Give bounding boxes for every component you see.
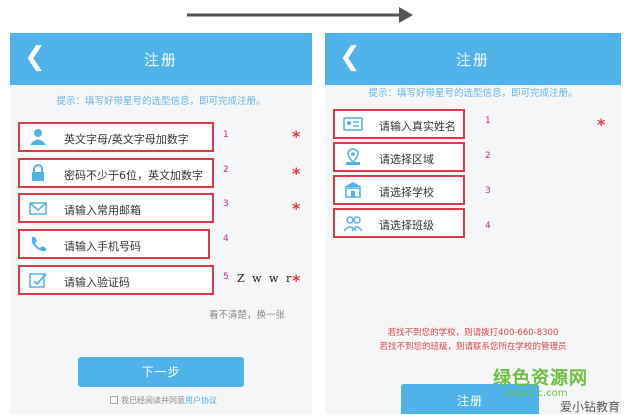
title-bar: ❮ 注册 xyxy=(325,33,621,85)
field-number: 5 xyxy=(223,272,229,282)
required-star: * xyxy=(292,164,301,183)
page-title: 注册 xyxy=(455,51,490,69)
field-number: 2 xyxy=(485,151,491,161)
watermark-url: downcc.com xyxy=(505,388,568,399)
field-number: 4 xyxy=(485,221,491,231)
hint-text: 提示：填写好带星号的选型信息，即可完成注册。 xyxy=(56,96,266,107)
watermark-brand: 绿色资源网 xyxy=(493,368,588,389)
title-bar: ❮ 注册 xyxy=(10,33,312,85)
agree-checkbox[interactable] xyxy=(110,396,118,404)
school-select[interactable]: 请选择学校 xyxy=(333,175,465,205)
mail-icon xyxy=(29,202,47,215)
wechat-watermark: 爱小钻教育 xyxy=(560,400,621,414)
phone-icon xyxy=(32,237,46,252)
register-step1-screen: ❮ 注册 提示：填写好带星号的选型信息，即可完成注册。 英文字母/英文字母加数字… xyxy=(10,33,312,414)
field-number: 1 xyxy=(485,116,491,126)
password-field[interactable]: 密码不少于6位，英文加数字 xyxy=(18,158,214,188)
user-agreement-link[interactable]: 用户协议 xyxy=(185,396,217,405)
field-number: 2 xyxy=(223,165,229,175)
required-star: * xyxy=(292,271,301,290)
class-notice: 若找不到您的班级，则请联系您所在学校的管理员 xyxy=(379,342,567,352)
username-field[interactable]: 英文字母/英文字母加数字 xyxy=(18,122,214,152)
register-step2-screen: ❮ 注册 提示：填写好带星号的选型信息，即可完成注册。 请输入真实姓名 1 * … xyxy=(325,33,621,414)
hint-text: 提示：填写好带星号的选型信息，即可完成注册。 xyxy=(368,88,578,99)
required-star: * xyxy=(292,199,301,218)
page-title: 注册 xyxy=(143,51,178,69)
agreement-row: 我已经阅读并同意用户协议 xyxy=(110,395,217,406)
verify-icon xyxy=(29,273,47,288)
email-field[interactable]: 请输入常用邮箱 xyxy=(18,193,214,223)
phone-field[interactable]: 请输入手机号码 xyxy=(18,229,210,259)
school-icon xyxy=(344,182,362,198)
captcha-image[interactable]: Z w w r xyxy=(237,272,293,285)
class-select[interactable]: 请选择班级 xyxy=(333,208,465,238)
password-placeholder: 密码不少于6位，英文加数字 xyxy=(64,169,203,182)
field-number: 1 xyxy=(223,130,229,140)
id-card-icon xyxy=(343,117,363,131)
required-star: * xyxy=(597,115,606,134)
next-step-button[interactable]: 下一步 xyxy=(78,357,244,387)
field-number: 4 xyxy=(223,234,229,244)
field-number: 3 xyxy=(485,186,491,196)
flow-arrow-icon xyxy=(187,7,413,23)
group-icon xyxy=(343,216,363,232)
user-icon xyxy=(30,129,46,145)
phone-placeholder: 请输入手机号码 xyxy=(64,240,141,253)
captcha-field[interactable]: 请输入验证码 xyxy=(18,265,214,295)
lock-icon xyxy=(32,164,44,181)
location-icon xyxy=(346,148,360,165)
refresh-captcha-link[interactable]: 看不清楚，换一张 xyxy=(209,307,285,321)
school-notice: 若找不到您的学校，则请拨打400-660-8300 xyxy=(387,328,559,338)
email-placeholder: 请输入常用邮箱 xyxy=(64,204,141,217)
username-placeholder: 英文字母/英文字母加数字 xyxy=(64,133,189,146)
real-name-field[interactable]: 请输入真实姓名 xyxy=(333,109,465,139)
region-placeholder: 请选择区域 xyxy=(379,153,434,166)
real-name-placeholder: 请输入真实姓名 xyxy=(379,120,456,133)
class-placeholder: 请选择班级 xyxy=(379,219,434,232)
school-placeholder: 请选择学校 xyxy=(379,186,434,199)
field-number: 3 xyxy=(223,199,229,209)
agree-text: 我已经阅读并同意 xyxy=(121,396,185,405)
captcha-placeholder: 请输入验证码 xyxy=(64,276,130,289)
region-select[interactable]: 请选择区域 xyxy=(333,142,465,172)
required-star: * xyxy=(292,127,301,146)
